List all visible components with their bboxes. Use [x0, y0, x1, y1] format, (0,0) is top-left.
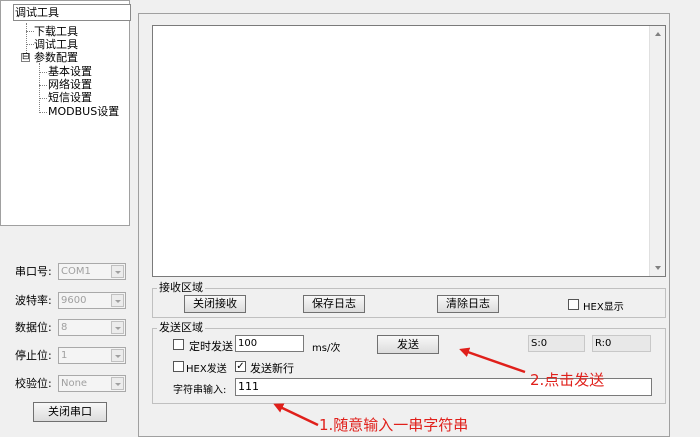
arrow-to-input: [273, 403, 319, 427]
annotation-step1: 1.随意输入一串字符串: [319, 416, 469, 434]
arrow-to-send: [459, 347, 526, 374]
annotation-step2: 2.点击发送: [530, 371, 605, 389]
